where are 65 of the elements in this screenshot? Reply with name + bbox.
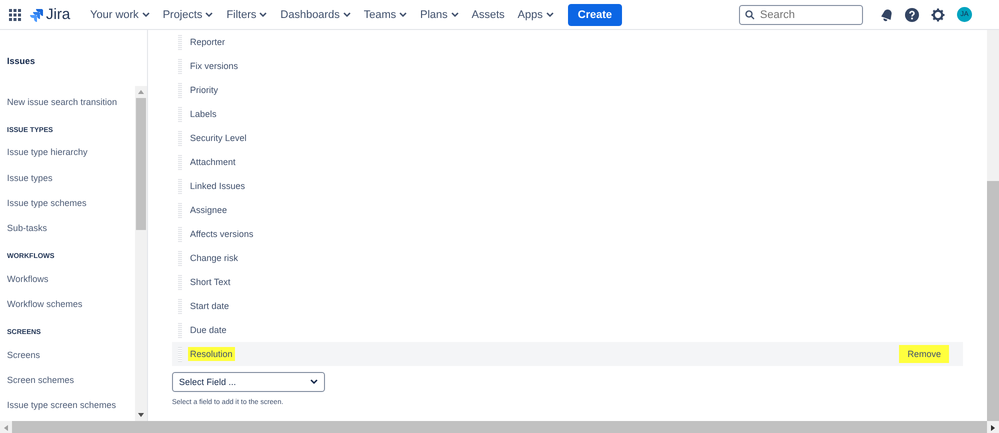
field-label: Assignee [189, 204, 228, 217]
scroll-up-icon[interactable] [137, 88, 145, 96]
sidebar-link[interactable]: New issue search transition [0, 89, 135, 114]
sidebar-link[interactable]: Screens [0, 342, 135, 368]
field-label: Due date [189, 324, 228, 337]
nav-menu[interactable]: Plans [416, 8, 463, 20]
nav-menu[interactable]: Projects [158, 8, 218, 20]
sidebar-link[interactable]: Issue type schemes [0, 190, 135, 216]
settings-icon[interactable] [931, 8, 945, 22]
field-row[interactable]: Priority [172, 78, 963, 102]
logo-icon [29, 8, 43, 22]
nav-menu[interactable]: Your work [86, 8, 154, 20]
field-row[interactable]: Start date [172, 294, 963, 318]
field-label: Labels [189, 108, 218, 121]
field-row[interactable]: Attachment [172, 150, 963, 174]
app-switcher-icon[interactable] [9, 8, 21, 20]
scroll-left-icon[interactable] [2, 424, 10, 432]
field-row[interactable]: Security Level [172, 126, 963, 150]
scrollbar-thumb[interactable] [987, 181, 999, 421]
field-row[interactable]: Reporter [172, 30, 963, 54]
field-row[interactable]: Short Text [172, 270, 963, 294]
field-row[interactable]: Linked Issues [172, 174, 963, 198]
field-row[interactable]: Due date [172, 318, 963, 342]
field-label: Security Level [189, 132, 248, 145]
scrollbar-thumb[interactable] [136, 98, 146, 230]
sidebar-link[interactable]: Issue type hierarchy [0, 140, 135, 165]
field-row[interactable]: Labels [172, 102, 963, 126]
help-icon[interactable] [905, 8, 919, 22]
caret-icon [310, 379, 318, 385]
field-row[interactable]: Resolution Remove [172, 342, 963, 366]
field-row[interactable]: Fix versions [172, 54, 963, 78]
search-field[interactable]: Search [739, 4, 863, 24]
sidebar-link[interactable]: Issue type screen schemes [0, 392, 135, 418]
sidebar-link[interactable]: Issue types [0, 164, 135, 190]
sidebar-link[interactable]: Workflow schemes [0, 291, 135, 317]
nav-menu[interactable]: Filters [222, 8, 272, 20]
create-button[interactable]: Create [568, 4, 622, 26]
nav-menu[interactable]: Teams [360, 8, 412, 20]
field-row[interactable]: Change risk [172, 246, 963, 270]
field-label: Reporter [189, 36, 226, 49]
nav-menu[interactable]: Apps [514, 8, 558, 20]
field-label: Affects versions [189, 228, 254, 241]
field-label: Change risk [189, 252, 240, 265]
field-label: Fix versions [189, 60, 240, 73]
sidebar-link[interactable]: Screen schemes [0, 367, 135, 393]
select-field-dropdown[interactable]: Select Field ... [172, 372, 325, 392]
field-label: Priority [189, 84, 220, 97]
search-icon [745, 10, 755, 20]
field-label: Resolution [188, 347, 235, 361]
field-label: Start date [189, 300, 230, 313]
nav-link[interactable]: Assets [468, 8, 509, 20]
sidebar-link[interactable]: Workflows [0, 266, 135, 292]
logo-text[interactable]: Jira [46, 6, 70, 23]
remove-button[interactable]: Remove [899, 345, 949, 363]
sidebar-link[interactable]: Sub-tasks [0, 215, 135, 241]
field-label: Short Text [189, 276, 232, 289]
field-row[interactable]: Assignee [172, 198, 963, 222]
notification-icon[interactable] [879, 8, 893, 22]
field-label: Attachment [189, 156, 237, 169]
scroll-right-icon[interactable] [989, 424, 997, 432]
field-label: Linked Issues [189, 180, 246, 193]
field-row[interactable]: Affects versions [172, 222, 963, 246]
scroll-down-icon[interactable] [137, 411, 145, 419]
sidebar-title: Issues [6, 55, 36, 68]
nav-menu[interactable]: Dashboards [276, 8, 355, 20]
